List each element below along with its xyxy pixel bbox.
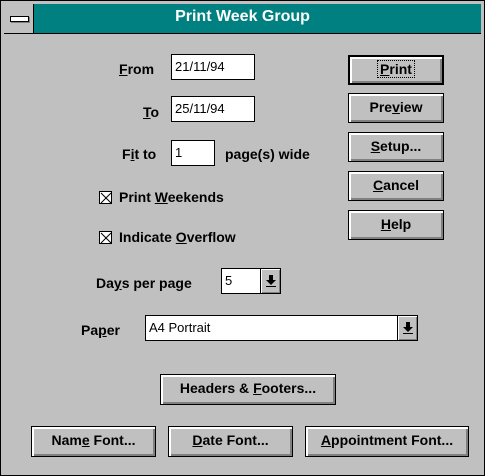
print-button[interactable]: Print — [348, 55, 444, 85]
dialog-body: From 21/11/94 To 25/11/94 Fit to 1 page(… — [5, 34, 480, 471]
indicate-overflow-label: Indicate Overflow — [119, 229, 236, 245]
print-weekends-checkbox[interactable] — [99, 191, 112, 204]
from-label: From — [119, 61, 154, 77]
headers-footers-button[interactable]: Headers & Footers... — [160, 374, 336, 405]
days-per-page-dropdown-button[interactable] — [260, 269, 280, 293]
days-per-page-value: 5 — [225, 273, 232, 288]
indicate-overflow-checkbox[interactable] — [99, 231, 112, 244]
fit-to-label: Fit to — [122, 146, 156, 162]
paper-label: Paper — [81, 322, 120, 338]
print-weekends-label: Print Weekends — [119, 189, 224, 205]
from-date-input[interactable]: 21/11/94 — [171, 54, 255, 80]
cancel-button[interactable]: Cancel — [348, 171, 444, 201]
print-week-group-dialog: Print Week Group From 21/11/94 To 25/11/… — [0, 0, 485, 476]
appointment-font-button[interactable]: Appointment Font... — [305, 426, 469, 457]
x-check-icon — [100, 192, 112, 204]
preview-button[interactable]: Preview — [348, 93, 444, 123]
paper-select[interactable]: A4 Portrait — [145, 315, 418, 341]
title-bar[interactable]: Print Week Group — [4, 4, 481, 34]
window-title: Print Week Group — [4, 8, 481, 26]
pages-wide-label: page(s) wide — [225, 146, 310, 162]
help-button[interactable]: Help — [348, 210, 444, 240]
fit-to-input[interactable]: 1 — [171, 140, 215, 166]
down-arrow-icon — [266, 275, 276, 287]
to-label: To — [143, 104, 159, 120]
date-font-button[interactable]: Date Font... — [168, 426, 293, 457]
days-per-page-label: Days per page — [96, 275, 192, 291]
paper-value: A4 Portrait — [149, 320, 210, 335]
down-arrow-icon — [403, 322, 413, 334]
setup-button[interactable]: Setup... — [348, 132, 444, 162]
x-check-icon — [100, 232, 112, 244]
name-font-button[interactable]: Name Font... — [31, 426, 156, 457]
paper-dropdown-button[interactable] — [397, 316, 417, 340]
days-per-page-select[interactable]: 5 — [221, 268, 281, 294]
to-date-input[interactable]: 25/11/94 — [171, 96, 255, 122]
